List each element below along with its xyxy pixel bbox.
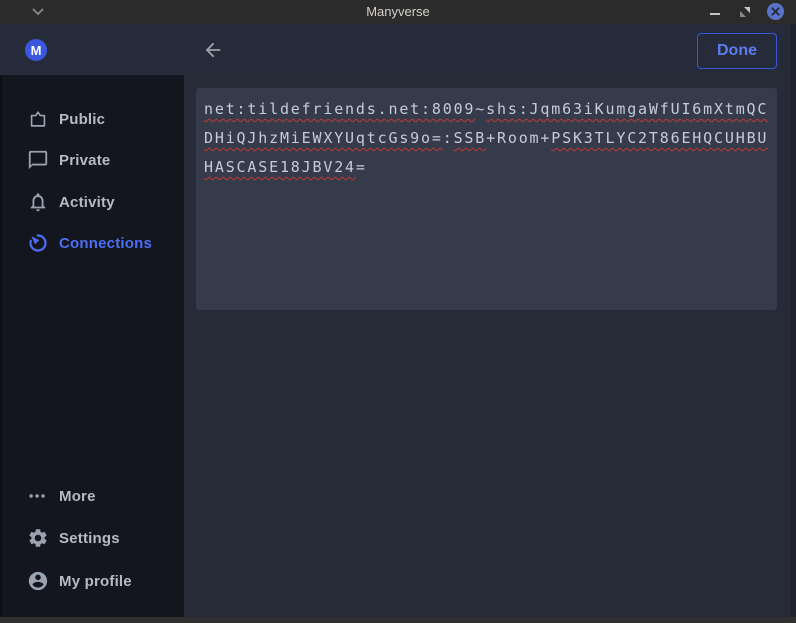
gear-icon bbox=[27, 527, 49, 549]
done-button[interactable]: Done bbox=[697, 33, 777, 69]
gauge-icon bbox=[27, 232, 49, 254]
app-window: Manyverse M Done Public bbox=[0, 0, 796, 623]
logo-letter: M bbox=[31, 43, 42, 58]
window-right-edge bbox=[790, 24, 796, 617]
sidebar-item-label: My profile bbox=[59, 573, 132, 590]
close-button[interactable] bbox=[767, 3, 784, 20]
person-circle-icon bbox=[27, 570, 49, 592]
sidebar-item-label: Activity bbox=[59, 194, 115, 211]
minimize-button[interactable] bbox=[710, 13, 720, 15]
manyverse-logo: M bbox=[25, 39, 47, 61]
sidebar-item-public[interactable]: Public bbox=[0, 106, 184, 132]
bulletin-board-icon bbox=[27, 108, 49, 130]
window-left-edge bbox=[0, 75, 2, 617]
chat-bubble-icon bbox=[27, 149, 49, 171]
sidebar-item-private[interactable]: Private bbox=[0, 147, 184, 173]
app-header: M Done bbox=[0, 24, 796, 75]
titlebar: Manyverse bbox=[0, 0, 796, 24]
app-body: Public Private Activity bbox=[0, 75, 796, 617]
sidebar-item-label: Public bbox=[59, 111, 105, 128]
sidebar-item-more[interactable]: More bbox=[0, 483, 184, 509]
sidebar-item-activity[interactable]: Activity bbox=[0, 189, 184, 215]
sidebar-item-label: More bbox=[59, 488, 96, 505]
main-content: net:tildefriends.net:8009~shs:Jqm63iKumg… bbox=[184, 75, 796, 617]
sidebar-item-settings[interactable]: Settings bbox=[0, 525, 184, 551]
sidebar-item-my-profile[interactable]: My profile bbox=[0, 568, 184, 594]
sidebar: Public Private Activity bbox=[0, 75, 184, 617]
bell-icon bbox=[27, 191, 49, 213]
window-bottom-edge bbox=[0, 617, 796, 623]
sidebar-item-label: Settings bbox=[59, 530, 120, 547]
ellipsis-icon bbox=[27, 485, 49, 507]
back-arrow-icon[interactable] bbox=[202, 39, 224, 61]
invite-code-input[interactable]: net:tildefriends.net:8009~shs:Jqm63iKumg… bbox=[196, 88, 777, 310]
sidebar-item-connections[interactable]: Connections bbox=[0, 230, 184, 256]
restore-window-button[interactable] bbox=[739, 6, 751, 18]
sidebar-item-label: Private bbox=[59, 152, 110, 169]
sidebar-item-label: Connections bbox=[59, 235, 152, 252]
window-title: Manyverse bbox=[0, 0, 796, 24]
